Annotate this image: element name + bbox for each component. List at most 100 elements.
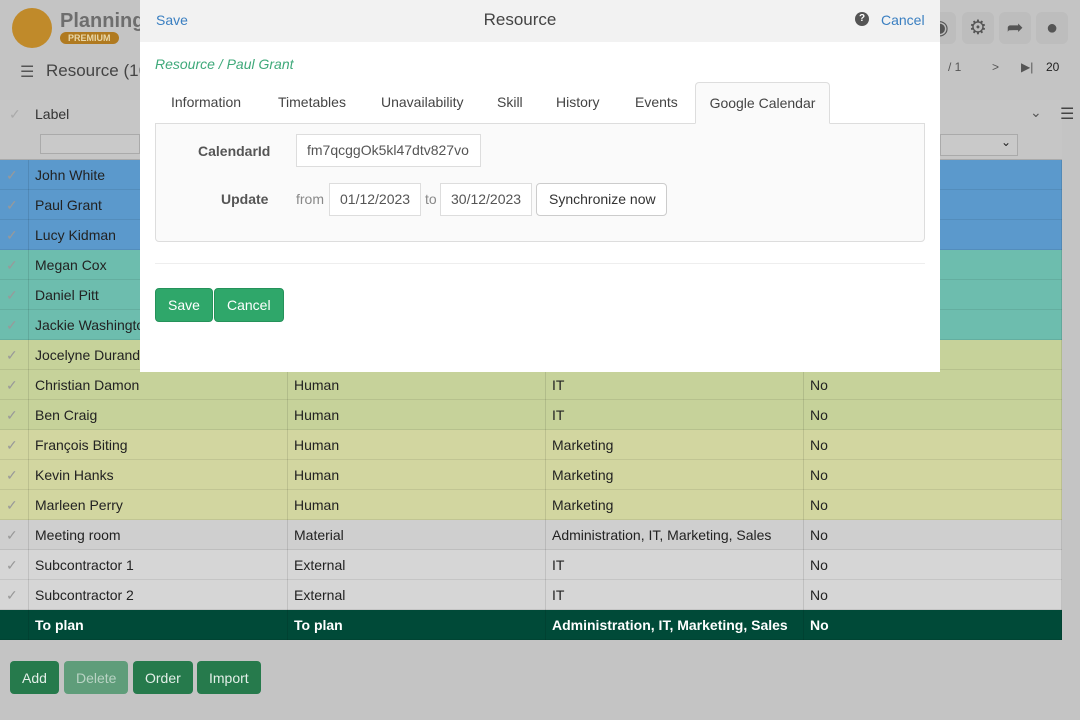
label-filter-input[interactable]: [40, 134, 140, 154]
premium-badge: PREMIUM: [60, 32, 119, 44]
user-icon[interactable]: ●: [1036, 12, 1068, 44]
table-row[interactable]: ✓ Christian Damon Human IT No: [0, 370, 1062, 400]
table-row[interactable]: ✓ Subcontractor 2 External IT No: [0, 580, 1062, 610]
cell-department: Marketing: [546, 430, 804, 460]
cell-department: Administration, IT, Marketing, Sales: [546, 610, 804, 640]
table-row[interactable]: ✓ Kevin Hanks Human Marketing No: [0, 460, 1062, 490]
cell-type: Human: [288, 370, 546, 400]
row-check-icon[interactable]: [0, 610, 29, 640]
cell-value: No: [804, 580, 1062, 610]
row-check-icon[interactable]: ✓: [0, 370, 29, 400]
table-row[interactable]: ✓ Subcontractor 1 External IT No: [0, 550, 1062, 580]
row-check-icon[interactable]: ✓: [0, 190, 29, 220]
table-row[interactable]: ✓ Ben Craig Human IT No: [0, 400, 1062, 430]
filter-select[interactable]: ⌄: [940, 134, 1018, 156]
import-button[interactable]: Import: [197, 661, 261, 694]
header-cancel-link[interactable]: Cancel: [881, 12, 925, 28]
divider: [155, 263, 925, 264]
cell-value: No: [804, 370, 1062, 400]
cell-type: To plan: [288, 610, 546, 640]
table-row[interactable]: ✓ Marleen Perry Human Marketing No: [0, 490, 1062, 520]
tab-history[interactable]: History: [556, 82, 600, 124]
menu-icon[interactable]: ☰: [1060, 104, 1074, 124]
cell-department: IT: [546, 580, 804, 610]
row-check-icon[interactable]: ✓: [0, 160, 29, 190]
column-label-header[interactable]: Label: [35, 106, 69, 122]
page-size[interactable]: 20: [1046, 60, 1059, 74]
tab-skill[interactable]: Skill: [497, 82, 523, 124]
row-check-icon[interactable]: ✓: [0, 310, 29, 340]
row-check-icon[interactable]: ✓: [0, 340, 29, 370]
cell-label: Subcontractor 2: [29, 580, 288, 610]
cancel-button[interactable]: Cancel: [214, 288, 284, 322]
synchronize-now-button[interactable]: Synchronize now: [536, 183, 667, 216]
app-logo: [12, 8, 52, 48]
table-row[interactable]: ✓ Meeting room Material Administration, IT,…: [0, 520, 1062, 550]
cell-type: Human: [288, 430, 546, 460]
chevron-down-icon[interactable]: ⌄: [1030, 104, 1042, 121]
next-page-icon[interactable]: >: [992, 60, 999, 74]
cell-value: No: [804, 460, 1062, 490]
update-label: Update: [221, 191, 269, 207]
cell-department: IT: [546, 370, 804, 400]
tab-timetables[interactable]: Timetables: [278, 82, 346, 124]
cell-value: No: [804, 550, 1062, 580]
breadcrumb: Resource / Paul Grant: [155, 56, 294, 72]
last-page-icon[interactable]: ▶|: [1021, 60, 1033, 74]
tab-google-calendar[interactable]: Google Calendar: [695, 82, 830, 124]
table-row[interactable]: To plan To plan Administration, IT, Market…: [0, 610, 1062, 640]
cell-value: No: [804, 430, 1062, 460]
from-label: from: [296, 191, 324, 207]
row-check-icon[interactable]: ✓: [0, 520, 29, 550]
help-icon[interactable]: ?: [855, 12, 869, 26]
cell-label: Marleen Perry: [29, 490, 288, 520]
cell-type: Human: [288, 400, 546, 430]
cell-department: Marketing: [546, 490, 804, 520]
resource-title: Resource (16: [46, 61, 149, 80]
cell-value: No: [804, 520, 1062, 550]
row-check-icon[interactable]: ✓: [0, 250, 29, 280]
row-check-icon[interactable]: ✓: [0, 280, 29, 310]
tab-unavailability[interactable]: Unavailability: [381, 82, 463, 124]
logo-text: Planning: [60, 10, 145, 32]
cell-type: Material: [288, 520, 546, 550]
cell-department: Marketing: [546, 460, 804, 490]
page-count: / 1: [948, 60, 962, 74]
dialog-header: Save Resource ? Cancel: [140, 0, 940, 42]
cell-label: François Biting: [29, 430, 288, 460]
row-check-icon[interactable]: ✓: [0, 400, 29, 430]
cell-label: To plan: [29, 610, 288, 640]
tab-events[interactable]: Events: [635, 82, 678, 124]
save-button[interactable]: Save: [155, 288, 213, 322]
select-all-check-icon[interactable]: ✓: [9, 106, 21, 123]
from-date-input[interactable]: 01/12/2023: [329, 183, 421, 216]
cell-type: External: [288, 550, 546, 580]
row-check-icon[interactable]: ✓: [0, 580, 29, 610]
share-icon[interactable]: ➦: [999, 12, 1031, 44]
cell-value: No: [804, 400, 1062, 430]
order-button[interactable]: Order: [133, 661, 193, 694]
cell-label: Ben Craig: [29, 400, 288, 430]
cell-department: IT: [546, 400, 804, 430]
google-calendar-panel: CalendarId fm7qcggOk5kl47dtv827vo Update…: [155, 123, 925, 242]
delete-button[interactable]: Delete: [64, 661, 129, 694]
cell-label: Kevin Hanks: [29, 460, 288, 490]
cell-department: Administration, IT, Marketing, Sales: [546, 520, 804, 550]
row-check-icon[interactable]: ✓: [0, 550, 29, 580]
tab-information[interactable]: Information: [171, 82, 241, 124]
table-row[interactable]: ✓ François Biting Human Marketing No: [0, 430, 1062, 460]
to-date-input[interactable]: 30/12/2023: [440, 183, 532, 216]
cell-type: External: [288, 580, 546, 610]
calendar-id-input[interactable]: fm7qcggOk5kl47dtv827vo: [296, 134, 481, 167]
resource-dialog: Save Resource ? Cancel Resource / Paul G…: [140, 0, 940, 372]
database-icon: ☰: [20, 64, 35, 81]
row-check-icon[interactable]: ✓: [0, 220, 29, 250]
row-check-icon[interactable]: ✓: [0, 490, 29, 520]
add-button[interactable]: Add: [10, 661, 59, 694]
cell-value: No: [804, 610, 1062, 640]
row-check-icon[interactable]: ✓: [0, 430, 29, 460]
gear-icon[interactable]: ⚙: [962, 12, 994, 44]
cell-department: IT: [546, 550, 804, 580]
row-check-icon[interactable]: ✓: [0, 460, 29, 490]
cell-value: No: [804, 490, 1062, 520]
